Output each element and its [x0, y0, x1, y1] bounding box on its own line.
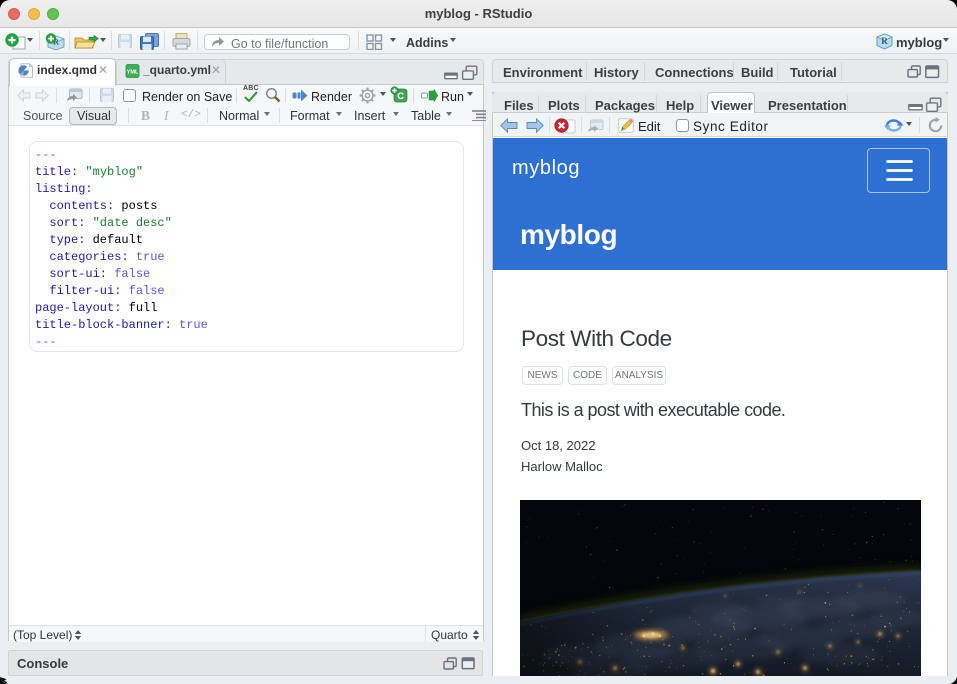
svg-text:R: R — [881, 36, 888, 46]
svg-text:C: C — [397, 91, 404, 102]
svg-text:YML: YML — [127, 70, 139, 76]
